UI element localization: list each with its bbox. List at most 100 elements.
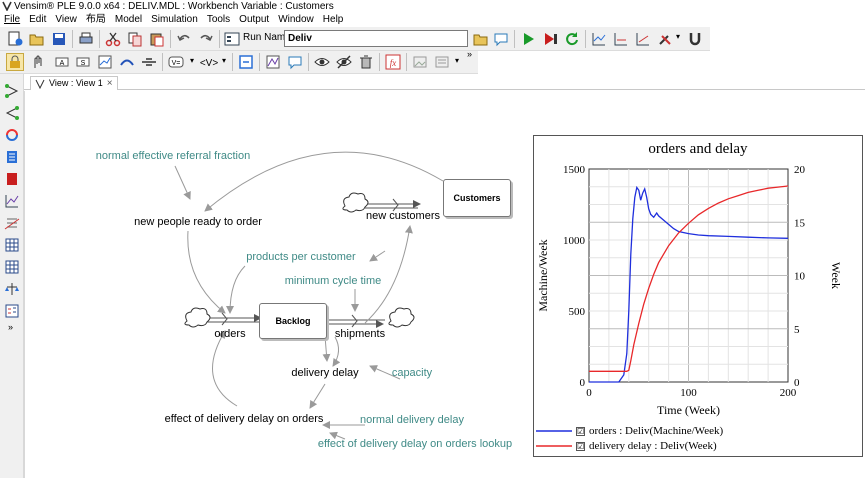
menu-window[interactable]: Window <box>278 13 314 27</box>
menu-file[interactable]: File <box>4 13 20 27</box>
lookup-button[interactable] <box>3 302 20 319</box>
causes-tree-button[interactable] <box>3 82 20 99</box>
rate-tool-button[interactable] <box>140 53 158 71</box>
var-orders[interactable]: orders <box>214 328 245 340</box>
legend-checkbox-icon[interactable]: ☑ <box>576 426 585 436</box>
run-settings-button[interactable] <box>223 30 241 48</box>
orders-source-cloud <box>184 307 211 328</box>
tab-view-1[interactable]: View : View 1 × <box>30 76 118 90</box>
browse-run-button[interactable] <box>472 30 490 48</box>
analysis-tool-button[interactable] <box>686 30 704 48</box>
causes-strip-button[interactable] <box>612 30 630 48</box>
sidebar-overflow-icon[interactable]: » <box>8 322 13 332</box>
cut-button[interactable] <box>104 30 122 48</box>
causes-tree-icon <box>4 83 18 98</box>
var-effect-of-delivery-delay[interactable]: effect of delivery delay on orders <box>165 413 324 425</box>
hide-button[interactable] <box>335 53 353 71</box>
sketch-comment-button[interactable] <box>286 53 304 71</box>
image-dropdown-icon[interactable]: ▾ <box>455 56 459 65</box>
legend-delivery-delay[interactable]: ☑ delivery delay : Deliv(Week) <box>536 440 717 452</box>
customers-stock[interactable]: Customers <box>443 179 511 217</box>
legend-orders[interactable]: ☑ orders : Deliv(Machine/Week) <box>536 425 723 437</box>
var-capacity[interactable]: capacity <box>392 367 432 379</box>
var-minimum-cycle-time[interactable]: minimum cycle time <box>285 275 382 287</box>
graph-button[interactable] <box>590 30 608 48</box>
image-options-button[interactable] <box>433 53 451 71</box>
new-model-button[interactable] <box>6 30 24 48</box>
lock-button[interactable] <box>6 53 24 71</box>
menu-view[interactable]: View <box>55 13 77 27</box>
comment-button[interactable] <box>492 30 510 48</box>
function-button[interactable]: fx <box>384 53 402 71</box>
runs-compare-button[interactable] <box>634 30 652 48</box>
var-products-per-customer[interactable]: products per customer <box>246 251 355 263</box>
backlog-stock[interactable]: Backlog <box>259 303 327 339</box>
analysis-sidebar: » <box>0 74 24 478</box>
runs-compare-side-icon <box>4 218 19 229</box>
reset-run-button[interactable] <box>563 30 581 48</box>
move-button[interactable] <box>28 53 46 71</box>
var-shipments[interactable]: shipments <box>335 328 385 340</box>
undo-icon <box>177 34 190 41</box>
variable-tool-button[interactable]: A <box>53 53 71 71</box>
shadow-variable-button[interactable]: S <box>74 53 92 71</box>
table-button[interactable] <box>3 236 20 253</box>
copy-button[interactable] <box>126 30 144 48</box>
menu-layout[interactable]: 布局 <box>86 13 106 27</box>
menu-help[interactable]: Help <box>323 13 344 27</box>
toolbar-overflow-icon[interactable]: » <box>467 49 472 59</box>
orders-delay-chart[interactable]: orders and delay 0 100 200 0 500 1000 1500 0 5 10… <box>533 135 863 457</box>
causes-strip-side-button[interactable] <box>3 170 20 187</box>
tab-close-icon[interactable]: × <box>107 77 113 90</box>
menu-output[interactable]: Output <box>239 13 269 27</box>
menu-tools[interactable]: Tools <box>207 13 230 27</box>
graph-side-button[interactable] <box>3 192 20 209</box>
rate-icon <box>142 58 156 66</box>
loops-button[interactable] <box>3 126 20 143</box>
equation-button[interactable]: V= <box>168 53 186 71</box>
menu-simulation[interactable]: Simulation <box>151 13 198 27</box>
tools-dropdown-icon[interactable]: ▾ <box>676 32 680 41</box>
delete-button[interactable] <box>357 53 375 71</box>
io-object-button[interactable] <box>237 53 255 71</box>
tools-button[interactable] <box>656 30 674 48</box>
show-button[interactable] <box>313 53 331 71</box>
new-model-icon <box>8 31 23 46</box>
uses-tree-button[interactable] <box>3 104 20 121</box>
y-right-tick-label: 10 <box>794 271 806 283</box>
save-button[interactable] <box>50 30 68 48</box>
legend-delay-label: delivery delay : Deliv(Week) <box>589 440 717 452</box>
paste-button[interactable] <box>148 30 166 48</box>
play-icon <box>524 33 534 45</box>
var-new-people-ready-to-order[interactable]: new people ready to order <box>134 216 262 228</box>
runs-compare-side-button[interactable] <box>3 214 20 231</box>
menu-edit[interactable]: Edit <box>29 13 46 27</box>
var-delivery-delay[interactable]: delivery delay <box>291 367 358 379</box>
simulate-button[interactable] <box>519 30 537 48</box>
print-button[interactable] <box>77 30 95 48</box>
var-normal-delivery-delay[interactable]: normal delivery delay <box>360 414 464 426</box>
var-normal-referral-fraction[interactable]: normal effective referral fraction <box>96 150 250 162</box>
open-button[interactable] <box>28 30 46 48</box>
curved-arrow-icon <box>120 59 134 66</box>
equation-dropdown-icon[interactable]: ▾ <box>190 56 194 65</box>
table-time-down-button[interactable] <box>3 258 20 275</box>
run-name-input[interactable] <box>284 30 468 47</box>
synthesim-button[interactable] <box>541 30 559 48</box>
window-title: Vensim® PLE 9.0.0 x64 : DELIV.MDL : Work… <box>14 1 334 12</box>
angle-variable-button[interactable]: <V> <box>200 53 218 71</box>
document-button[interactable] <box>3 148 20 165</box>
graph-tool-button[interactable] <box>96 53 114 71</box>
angle-dropdown-icon[interactable]: ▾ <box>222 56 226 65</box>
var-effect-lookup[interactable]: effect of delivery delay on orders looku… <box>318 438 512 450</box>
redo-button[interactable] <box>197 30 215 48</box>
menu-model[interactable]: Model <box>115 13 142 27</box>
undo-button[interactable] <box>175 30 193 48</box>
sketch-graph-button[interactable] <box>264 53 282 71</box>
image-button[interactable] <box>411 53 429 71</box>
var-new-customers[interactable]: new customers <box>366 210 440 222</box>
balance-icon <box>4 282 19 295</box>
legend-checkbox-icon[interactable]: ☑ <box>576 441 585 451</box>
runs-compare-list-button[interactable] <box>3 280 20 297</box>
arrow-tool-button[interactable] <box>118 53 136 71</box>
